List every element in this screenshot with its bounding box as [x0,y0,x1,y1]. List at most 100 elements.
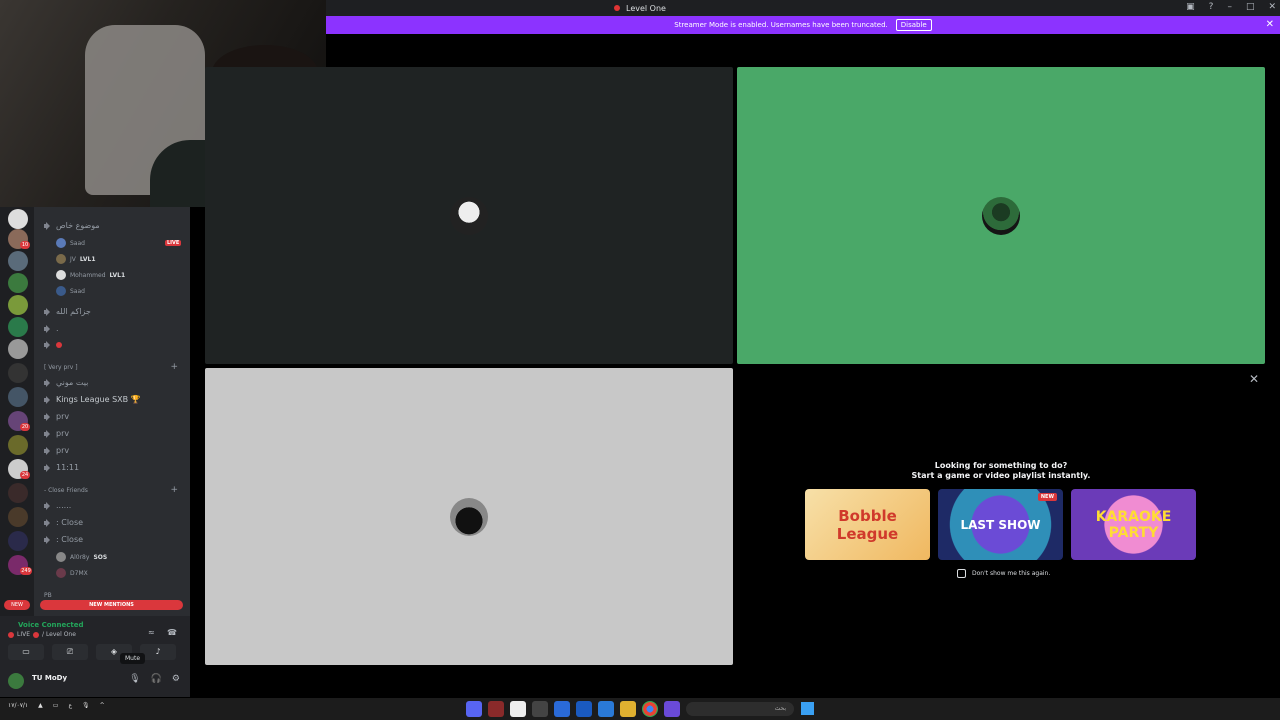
close-window-button[interactable]: ✕ [1268,2,1276,12]
app-icon[interactable] [488,701,504,717]
server-icon[interactable] [8,251,28,271]
voice-channel[interactable]: Kings League SXB 🏆 [44,395,141,404]
video-tile[interactable] [205,368,733,665]
app-icon[interactable] [664,701,680,717]
server-icon[interactable] [8,295,28,315]
voice-user[interactable]: Saad LIVE [56,238,182,248]
live-dot [8,631,14,638]
banner-close-icon[interactable]: ✕ [1266,19,1274,30]
system-tray: ١٧/٠٧/١ ▲ ▭ ع 🎙 ^ [8,702,105,709]
server-icon[interactable] [8,387,28,407]
voice-status[interactable]: Voice Connected [18,621,84,629]
avatar [982,196,1020,235]
soundboard-button[interactable]: ♪ [140,644,176,660]
outlook-icon[interactable] [576,701,592,717]
video-tile[interactable] [737,67,1265,364]
activity-card[interactable]: Bobble League [805,489,930,560]
language-indicator[interactable]: ع [68,702,72,709]
category-header[interactable]: [ Very prv ] [44,364,78,371]
server-icon[interactable] [8,209,28,229]
sidebar: 10 20 24 249 موضوع خاص Saad LIVE JV LVL1 M… [0,207,190,697]
maximize-button[interactable]: □ [1246,2,1255,12]
voice-user[interactable]: JV LVL1 [56,254,96,264]
display-icon[interactable]: ▭ [53,702,59,709]
server-icon[interactable] [8,273,28,293]
new-mentions-button[interactable]: NEW MENTIONS [40,600,183,610]
headphones-icon[interactable]: 🎧 [151,674,162,684]
dont-show-checkbox[interactable]: Don't show me this again. [957,569,1050,578]
server-icon[interactable] [8,531,28,551]
window-controls: ▣ ? – □ ✕ [1186,2,1276,12]
speaker-icon [44,378,52,387]
chevron-up-icon[interactable]: ^ [100,702,105,709]
user-controls: 🎙 🎧 ⚙ [129,674,180,684]
voice-channel[interactable]: موضوع خاص [44,221,100,230]
discord-app: Level One ▣ ? – □ ✕ Streamer Mode is ena… [0,0,1280,720]
voice-channel[interactable]: prv [44,412,69,421]
server-icon[interactable] [8,435,28,455]
voice-channel[interactable]: prv [44,446,69,455]
app-icon[interactable] [510,701,526,717]
microphone-icon[interactable]: 🎙 [129,674,140,684]
server-icon[interactable] [8,363,28,383]
app-icon[interactable] [532,701,548,717]
voice-channel[interactable]: جزاكم الله [44,307,91,316]
video-tile[interactable] [205,67,733,364]
server-icon[interactable] [8,507,28,527]
mute-tooltip: Mute [120,653,146,664]
wifi-icon[interactable]: ▲ [38,702,43,709]
voice-user[interactable]: Al0r8y SOS [56,552,107,562]
voice-channel[interactable]: 11:11 [44,463,79,472]
close-icon[interactable]: ✕ [1249,372,1259,386]
store-icon[interactable] [598,701,614,717]
category-header[interactable]: - Close Friends [44,487,88,494]
gear-icon[interactable]: ⚙ [172,674,180,684]
voice-user[interactable]: D7MX [56,568,88,578]
voice-channel[interactable]: : Close [44,535,83,544]
server-icon[interactable] [8,317,28,337]
category-header[interactable]: PB [44,592,52,599]
disconnect-icon[interactable]: ☎ [167,628,177,637]
server-icon[interactable] [8,483,28,503]
screen-share-button[interactable]: ⎚ [52,644,88,660]
channel-dot [33,631,40,638]
server-icon[interactable] [8,339,28,359]
activity-card[interactable]: KARAOKE PARTY [1071,489,1196,560]
chrome-icon[interactable] [642,701,658,717]
speaker-icon [44,429,52,438]
new-pill[interactable]: NEW [4,600,30,610]
voice-channel[interactable]: : Close [44,518,83,527]
activity-cards: Bobble League NEW LAST SHOW KARAOKE PARTY [805,489,1196,560]
speaker-icon [44,446,52,455]
voice-channel[interactable]: . [44,324,59,333]
voice-action-buttons: ▭ ⎚ ◈ ♪ [8,644,176,660]
file-explorer-icon[interactable] [620,701,636,717]
live-badge: LIVE [164,240,182,246]
help-icon[interactable]: ? [1209,2,1214,12]
inbox-icon[interactable]: ▣ [1186,2,1195,12]
disable-button[interactable]: Disable [895,19,932,31]
user-panel: TU MoDy 🎙 🎧 ⚙ [0,666,190,697]
discord-app-icon[interactable] [466,701,482,717]
noise-suppression-icon[interactable]: ≈ [148,628,155,637]
activity-card[interactable]: NEW LAST SHOW [938,489,1063,560]
status-badge: SOS [93,553,108,561]
start-button[interactable] [801,702,814,715]
minimize-button[interactable]: – [1227,2,1232,12]
checkbox[interactable] [957,569,966,578]
microphone-icon[interactable]: 🎙 [82,702,90,709]
voice-channel[interactable]: بيت موني [44,378,88,387]
taskbar-search[interactable]: بحث [686,702,794,716]
voice-channel[interactable]: prv [44,429,69,438]
camera-button[interactable]: ▭ [8,644,44,660]
voice-channel[interactable] [44,341,62,349]
voice-user[interactable]: Saad [56,286,85,296]
app-icon[interactable] [554,701,570,717]
clock[interactable]: ١٧/٠٧/١ [8,702,28,709]
avatar[interactable] [8,673,24,689]
app-indicator-icon [614,5,621,11]
voice-channel[interactable]: ...... [44,501,71,510]
voice-user[interactable]: Mohammed LVL1 [56,270,125,280]
add-channel-icon[interactable]: + [170,362,178,372]
add-channel-icon[interactable]: + [170,485,178,495]
